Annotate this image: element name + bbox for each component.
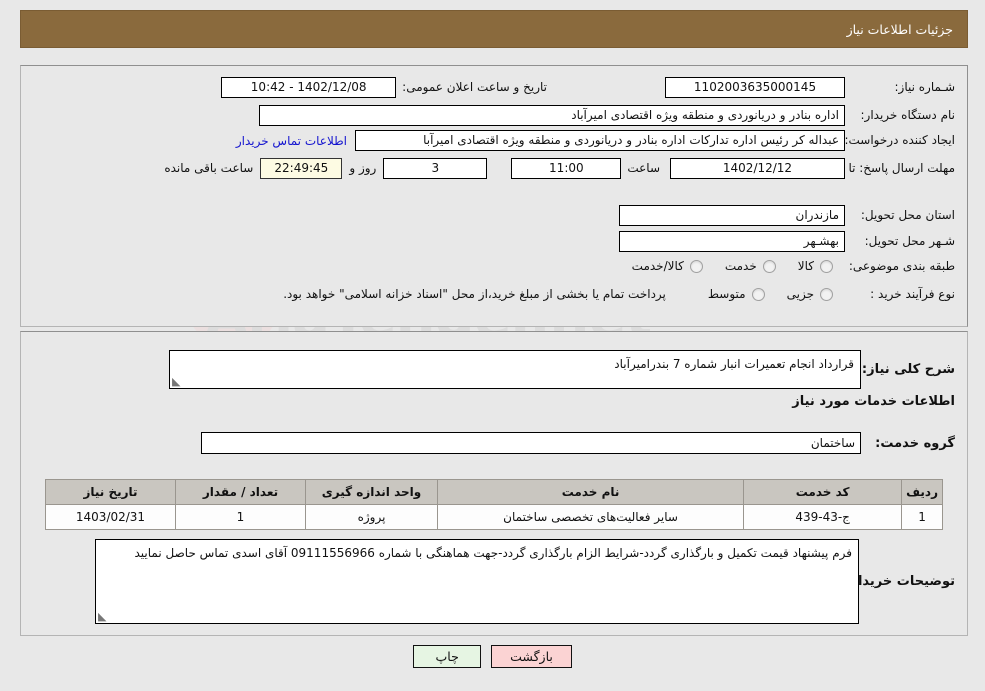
cell-name: سایر فعالیت‌های تخصصی ساختمان xyxy=(436,504,745,530)
radio-icon[interactable] xyxy=(820,287,833,301)
table-header-unit: واحد اندازه گیری xyxy=(305,479,438,505)
process-option-motevaset-label: متوسط xyxy=(707,287,746,302)
table-header-code: کد خدمت xyxy=(743,479,903,505)
announcement-datetime-value: 1402/12/08 - 10:42 xyxy=(221,77,397,98)
buyer-notes-row: توضیحات خریدار: فرم پیشنهاد قیمت تکمیل و… xyxy=(95,539,955,624)
subject-category-label: طبقه بندی موضوعی: xyxy=(848,259,955,273)
cell-need-date: 1403/02/31 xyxy=(45,504,176,530)
cell-radif: 1 xyxy=(901,504,943,530)
delivery-city-row: شـهر محل تحویل: بهشـهر xyxy=(619,231,955,252)
response-deadline-row: مهلت ارسال پاسخ: تا تاریخ: 1402/12/12 سا… xyxy=(164,158,955,179)
subject-category-row: طبقه بندی موضوعی: کالا خدمت کالا/خدمت xyxy=(610,258,955,274)
buyer-organization-label: نام دستگاه خریدار: xyxy=(860,108,956,123)
radio-icon[interactable] xyxy=(689,259,703,273)
delivery-province-row: استان محل تحویل: مازندران xyxy=(619,205,955,226)
delivery-province-label: استان محل تحویل: xyxy=(860,208,955,223)
page-title-bar: جزئیات اطلاعات نیاز xyxy=(20,10,968,48)
need-summary-value: قرارداد انجام تعمیرات انبار شماره 7 بندر… xyxy=(614,357,854,371)
deadline-hour-label: ساعت xyxy=(627,161,660,176)
resize-grip-icon[interactable]: ◢ xyxy=(98,610,108,623)
category-option-kala-label: کالا xyxy=(797,259,814,274)
category-option-kala-khedmat[interactable]: کالا/خدمت xyxy=(632,259,703,273)
remaining-days-label: روز و xyxy=(349,161,377,176)
table-header-quantity: تعداد / مقدار xyxy=(175,479,306,505)
services-section-title: اطلاعات خدمات مورد نیاز xyxy=(792,394,955,409)
process-option-jozei[interactable]: جزیی xyxy=(787,287,833,301)
remaining-days-value: 3 xyxy=(383,158,488,179)
response-deadline-label: مهلت ارسال پاسخ: تا تاریخ: xyxy=(816,160,955,175)
need-details-panel: شـماره نیاز: 1102003635000145 تاریخ و سا… xyxy=(20,65,968,327)
table-header-row: ردیف کد خدمت نام خدمت واحد اندازه گیری ت… xyxy=(45,479,943,505)
resize-grip-icon[interactable]: ◢ xyxy=(172,375,182,388)
request-creator-value: عبداله کر رئیس اداره تدارکات اداره بنادر… xyxy=(355,130,845,151)
purchase-process-note: پرداخت تمام یا بخشی از مبلغ خرید،از محل … xyxy=(283,287,666,301)
table-header-name: نام خدمت xyxy=(436,479,745,505)
category-option-khedmat-label: خدمت xyxy=(724,259,757,274)
cell-unit: پروژه xyxy=(305,504,438,530)
footer-actions: بازگشت چاپ xyxy=(0,645,985,668)
cell-code: ج-43-439 xyxy=(743,504,903,530)
buyer-notes-textarea[interactable]: فرم پیشنهاد قیمت تکمیل و بارگذاری گردد-ش… xyxy=(95,539,859,624)
category-option-khedmat[interactable]: خدمت xyxy=(725,259,776,273)
table-header-need-date: تاریخ نیاز xyxy=(45,479,176,505)
need-summary-textarea[interactable]: قرارداد انجام تعمیرات انبار شماره 7 بندر… xyxy=(169,350,861,389)
deadline-date-value: 1402/12/12 xyxy=(670,158,845,179)
request-creator-row: ایجاد کننده درخواست: عبداله کر رئیس ادار… xyxy=(236,130,955,151)
purchase-process-label: نوع فرآیند خرید : xyxy=(870,287,955,301)
purchase-process-row: نوع فرآیند خرید : جزیی متوسط پرداخت تمام… xyxy=(283,286,955,302)
service-group-row: گروه خدمت: ساختمان xyxy=(201,432,955,454)
delivery-city-value: بهشـهر xyxy=(619,231,845,252)
table-header-radif: ردیف xyxy=(901,479,943,505)
page-root: AriaTender.net جزئیات اطلاعات نیاز شـمار… xyxy=(0,0,985,691)
countdown-timer-value: 22:49:45 xyxy=(260,158,343,179)
buyer-notes-value: فرم پیشنهاد قیمت تکمیل و بارگذاری گردد-ش… xyxy=(134,546,853,560)
process-option-motevaset[interactable]: متوسط xyxy=(708,287,765,301)
deadline-hour-value: 11:00 xyxy=(511,158,622,179)
remaining-hours-label: ساعت باقی مانده xyxy=(164,161,254,176)
page-title: جزئیات اطلاعات نیاز xyxy=(846,21,953,37)
need-number-value: 1102003635000145 xyxy=(665,77,845,98)
delivery-province-value: مازندران xyxy=(619,205,845,226)
buyer-contact-info-link[interactable]: اطلاعات تماس خریدار xyxy=(236,134,347,148)
services-table: ردیف کد خدمت نام خدمت واحد اندازه گیری ت… xyxy=(45,479,943,530)
buyer-notes-label: توضیحات خریدار: xyxy=(845,574,955,589)
process-option-jozei-label: جزیی xyxy=(786,287,814,302)
request-creator-label: ایجاد کننده درخواست: xyxy=(844,133,955,148)
category-option-kala-khedmat-label: کالا/خدمت xyxy=(631,259,684,274)
need-number-row: شـماره نیاز: 1102003635000145 تاریخ و سا… xyxy=(221,77,955,98)
delivery-city-label: شـهر محل تحویل: xyxy=(864,234,955,249)
cell-quantity: 1 xyxy=(175,504,306,530)
service-group-value: ساختمان xyxy=(201,432,861,454)
radio-icon[interactable] xyxy=(762,259,776,273)
buyer-organization-value: اداره بنادر و دریانوردی و منطقه ویژه اقت… xyxy=(259,105,845,126)
print-button[interactable]: چاپ xyxy=(413,645,482,668)
services-heading-row: اطلاعات خدمات مورد نیاز xyxy=(792,394,955,409)
need-summary-row: شرح کلی نیاز: قرارداد انجام تعمیرات انبا… xyxy=(169,350,955,389)
need-number-label: شـماره نیاز: xyxy=(894,80,955,95)
radio-icon[interactable] xyxy=(820,259,833,273)
radio-icon[interactable] xyxy=(751,287,765,301)
need-summary-label: شرح کلی نیاز: xyxy=(861,362,955,377)
back-button[interactable]: بازگشت xyxy=(491,645,572,668)
service-group-label: گروه خدمت: xyxy=(875,435,955,451)
buyer-organization-row: نام دستگاه خریدار: اداره بنادر و دریانور… xyxy=(259,105,955,126)
announcement-datetime-label: تاریخ و ساعت اعلان عمومی: xyxy=(402,80,547,95)
table-row: 1 ج-43-439 سایر فعالیت‌های تخصصی ساختمان… xyxy=(45,504,943,530)
category-option-kala[interactable]: کالا xyxy=(798,259,833,273)
